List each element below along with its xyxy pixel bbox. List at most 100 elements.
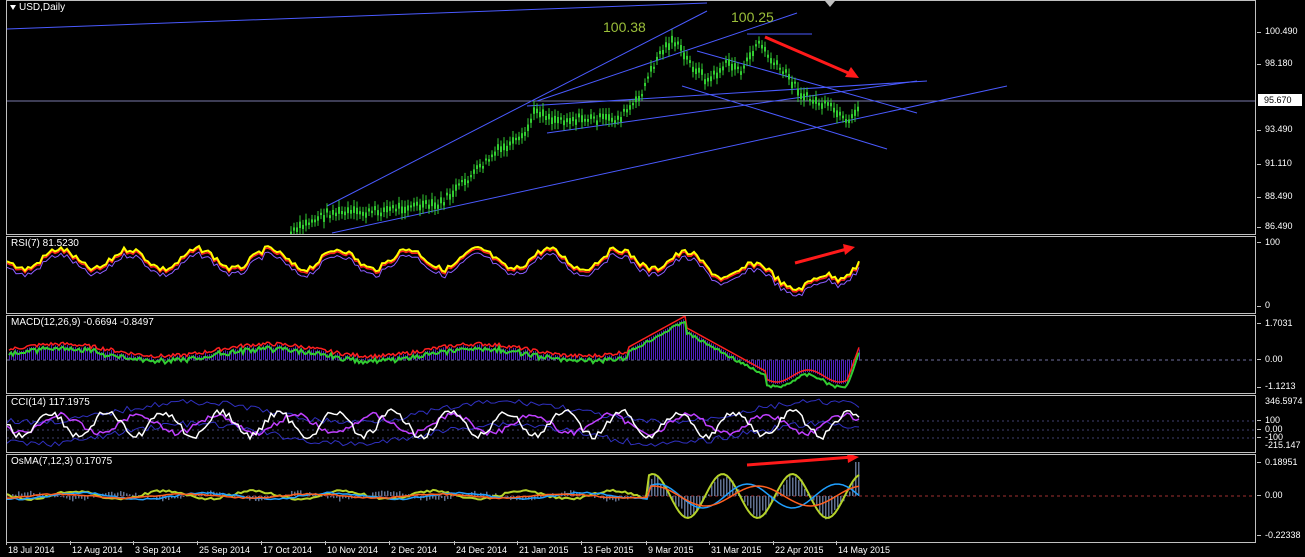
price-candle <box>713 70 715 75</box>
price-candle <box>491 154 493 158</box>
osma-histogram-bar <box>75 496 77 499</box>
osma-histogram-bar <box>435 496 437 500</box>
rsi-title: RSI(7) 81.5230 <box>11 238 79 249</box>
osma-canvas <box>7 455 1255 520</box>
macd-histogram-bar <box>443 347 444 360</box>
time-axis-tick <box>454 541 455 545</box>
price-candle <box>377 210 379 216</box>
osma-histogram-bar <box>837 496 839 508</box>
macd-histogram-bar <box>845 360 846 384</box>
price-candle <box>788 74 790 80</box>
osma-histogram-bar <box>723 478 725 496</box>
osma-histogram-bar <box>78 496 80 499</box>
price-candle <box>302 224 304 229</box>
osma-histogram-bar <box>753 496 755 515</box>
price-candle <box>590 114 592 119</box>
osma-histogram-bar <box>324 495 326 496</box>
rsi-axis-label: 0 <box>1265 300 1271 310</box>
osma-histogram-bar <box>438 496 440 500</box>
osma-histogram-bar <box>447 496 449 500</box>
macd-histogram-bar <box>669 326 670 360</box>
price-candle <box>419 204 421 211</box>
macd-histogram-bar <box>273 347 274 360</box>
cci-axis-label: 346.5974 <box>1265 396 1303 406</box>
price-candle <box>539 111 541 118</box>
price-candle <box>722 66 724 71</box>
macd-histogram-bar <box>295 346 296 360</box>
price-candle <box>785 69 787 73</box>
macd-histogram-bar <box>837 360 838 384</box>
macd-histogram-bar <box>833 360 834 383</box>
osma-histogram-bar <box>822 496 824 515</box>
macd-histogram-bar <box>825 360 826 379</box>
macd-histogram-bar <box>463 345 464 360</box>
osma-histogram-bar <box>21 493 23 496</box>
price-candle <box>668 43 670 50</box>
osma-histogram-bar <box>792 477 794 496</box>
price-candle <box>740 71 742 75</box>
rsi-signal-line <box>7 246 860 293</box>
price-candle <box>563 120 565 126</box>
osma-histogram-bar <box>375 491 377 496</box>
macd-indicator-pane[interactable]: MACD(12,26,9) -0.6694 -0.8497 <box>6 315 1256 394</box>
price-candle <box>392 205 394 209</box>
price-candle <box>545 115 547 121</box>
osma-histogram-bar <box>849 491 851 496</box>
price-candle <box>710 76 712 82</box>
price-candle <box>809 99 811 102</box>
macd-axis-label: -1.1213 <box>1265 381 1296 391</box>
macd-title: MACD(12,26,9) -0.6694 -0.8497 <box>11 317 154 328</box>
osma-histogram-bar <box>27 492 29 496</box>
price-candle <box>773 62 775 66</box>
price-candle <box>500 146 502 153</box>
osma-histogram-bar <box>714 481 716 496</box>
macd-histogram-bar <box>305 351 306 360</box>
rsi-axis-label: 100 <box>1265 237 1281 247</box>
osma-histogram-bar <box>387 490 389 496</box>
trendline <box>331 85 1008 234</box>
osma-axis-label: 0.18951 <box>1265 457 1298 467</box>
macd-histogram-bar <box>439 348 440 360</box>
price-candle <box>821 103 823 109</box>
price-candle <box>797 88 799 96</box>
macd-histogram-bar <box>81 347 82 360</box>
rsi-axis: 100 0 <box>1257 236 1305 314</box>
price-candle <box>602 113 604 120</box>
price-candle <box>743 65 745 69</box>
price-candle <box>527 124 529 132</box>
osma-histogram-bar <box>726 476 728 496</box>
osma-histogram-bar <box>333 496 335 499</box>
price-candle <box>362 211 364 216</box>
price-axis-label: 86.490 <box>1265 221 1293 231</box>
osma-histogram-bar <box>381 490 383 496</box>
trendline <box>526 80 928 107</box>
macd-histogram-bar <box>223 351 224 360</box>
time-axis-tick <box>581 541 582 545</box>
price-candle <box>494 151 496 156</box>
price-candle <box>293 227 295 231</box>
price-candle <box>725 60 727 63</box>
price-candle <box>707 77 709 82</box>
price-candle <box>470 175 472 178</box>
osma-histogram-bar <box>441 496 443 499</box>
price-candle <box>347 207 349 214</box>
price-candle <box>536 108 538 114</box>
price-candle <box>383 207 385 212</box>
price-candle <box>635 96 637 103</box>
time-axis-tick <box>261 541 262 545</box>
price-candle <box>653 66 655 69</box>
rsi-indicator-pane[interactable]: RSI(7) 81.5230 <box>6 236 1256 314</box>
macd-histogram-bar <box>19 350 20 360</box>
osma-histogram-bar <box>789 474 791 496</box>
time-axis-tick <box>70 541 71 545</box>
price-candle <box>551 117 553 124</box>
osma-indicator-pane[interactable]: OsMA(7,12,3) 0.17075 <box>6 454 1256 543</box>
macd-histogram-bar <box>827 360 828 380</box>
macd-histogram-bar <box>843 360 844 384</box>
price-chart-pane[interactable]: USD,Daily 100.38 100.25 <box>6 0 1256 235</box>
price-candle <box>623 108 625 112</box>
price-candle <box>395 208 397 212</box>
price-candle <box>830 103 832 107</box>
trendline <box>546 80 918 134</box>
cci-indicator-pane[interactable]: CCI(14) 117.1975 <box>6 395 1256 453</box>
